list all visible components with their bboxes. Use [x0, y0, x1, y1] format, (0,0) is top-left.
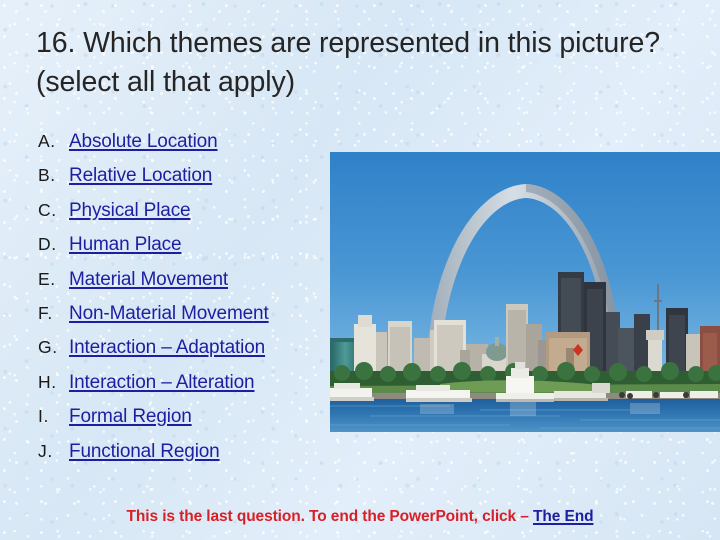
option-link-c[interactable]: Physical Place	[69, 200, 191, 222]
option-link-d[interactable]: Human Place	[69, 234, 182, 256]
option-link-g[interactable]: Interaction – Adaptation	[69, 337, 265, 359]
option-letter-j: J.	[38, 440, 53, 461]
option-link-i[interactable]: Formal Region	[69, 406, 192, 428]
answer-option-h[interactable]: H. Interaction – Alteration	[38, 372, 338, 406]
option-link-b[interactable]: Relative Location	[69, 165, 212, 187]
option-letter-g: G.	[38, 337, 58, 358]
option-letter-b: B.	[38, 165, 56, 186]
answer-option-d[interactable]: D. Human Place	[38, 234, 338, 268]
slide-background: 16. Which themes are represented in this…	[0, 0, 720, 540]
answer-options-list: A. Absolute Location B. Relative Locatio…	[38, 131, 338, 475]
the-end-link[interactable]: The End	[533, 508, 594, 525]
answer-option-e[interactable]: E. Material Movement	[38, 269, 338, 303]
option-link-a[interactable]: Absolute Location	[69, 131, 218, 153]
option-letter-d: D.	[38, 234, 57, 255]
gateway-arch-photo	[330, 152, 720, 432]
page-title: 16. Which themes are represented in this…	[36, 27, 661, 99]
option-link-j[interactable]: Functional Region	[69, 441, 220, 463]
footer-note: This is the last question. To end the Po…	[0, 508, 720, 526]
option-link-f[interactable]: Non-Material Movement	[69, 303, 269, 325]
option-letter-a: A.	[38, 131, 56, 151]
answer-option-j[interactable]: J. Functional Region	[38, 441, 338, 475]
answer-option-c[interactable]: C. Physical Place	[38, 200, 338, 234]
option-letter-h: H.	[38, 371, 57, 392]
option-link-h[interactable]: Interaction – Alteration	[69, 372, 255, 394]
answer-option-a[interactable]: A. Absolute Location	[38, 131, 338, 165]
answer-option-g[interactable]: G. Interaction – Adaptation	[38, 337, 338, 371]
answer-option-b[interactable]: B. Relative Location	[38, 165, 338, 199]
option-letter-e: E.	[38, 268, 56, 289]
option-link-e[interactable]: Material Movement	[69, 269, 228, 291]
answer-option-i[interactable]: I. Formal Region	[38, 406, 338, 440]
option-letter-f: F.	[38, 302, 53, 323]
answer-option-f[interactable]: F. Non-Material Movement	[38, 303, 338, 337]
footer-text: This is the last question. To end the Po…	[126, 508, 534, 525]
option-letter-c: C.	[38, 199, 57, 220]
option-letter-i: I.	[38, 406, 49, 427]
